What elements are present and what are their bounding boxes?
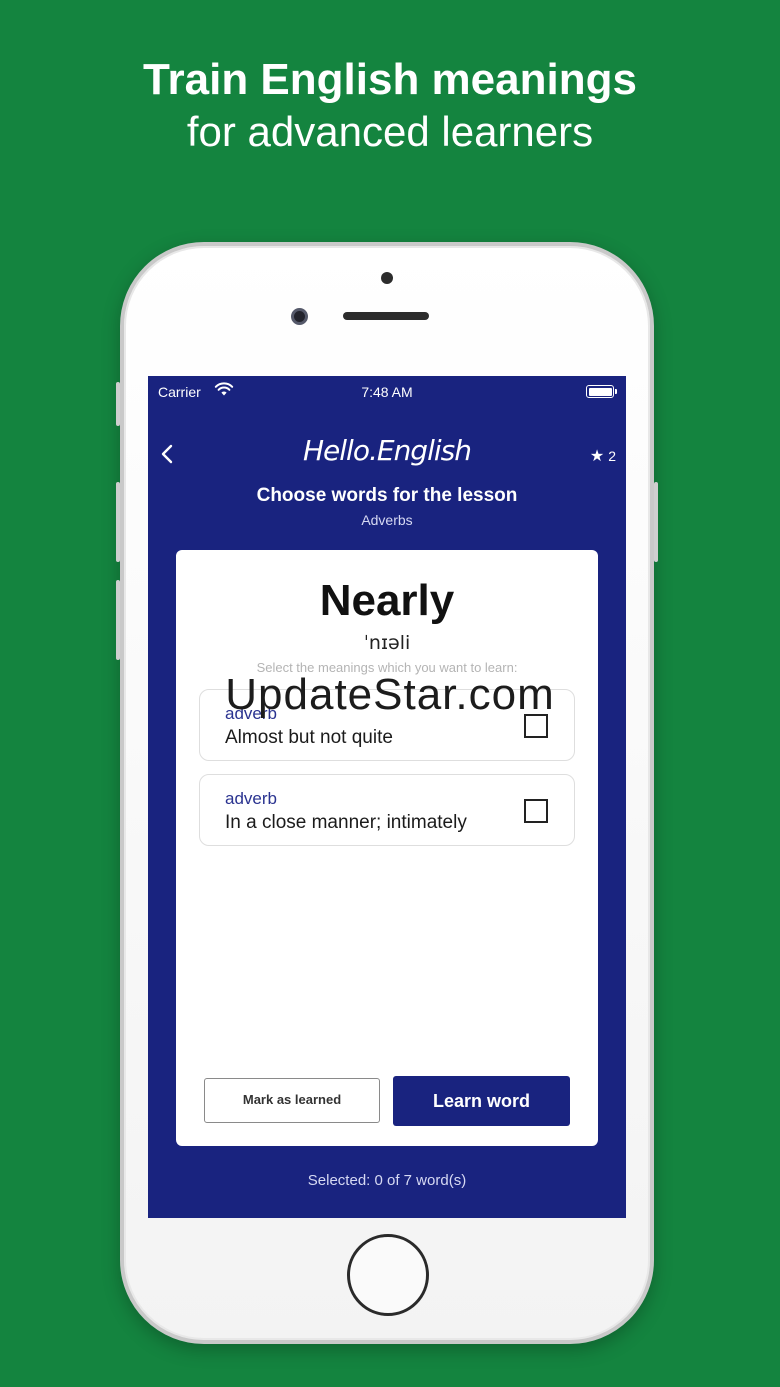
meaning-option[interactable]: adverb Almost but not quite — [199, 689, 575, 761]
promo-headline: Train English meanings for advanced lear… — [0, 54, 780, 158]
phone-frame: Carrier 7:48 AM Hello.English ★ 2 Choose … — [116, 242, 658, 1344]
home-button[interactable] — [347, 1234, 429, 1316]
word-title: Nearly — [319, 576, 455, 625]
meaning-definition: In a close manner; intimately — [225, 812, 467, 833]
instruction-text: Select the meanings which you want to le… — [256, 660, 518, 675]
volume-down-button — [116, 580, 120, 660]
meaning-option[interactable]: adverb In a close manner; intimately — [199, 774, 575, 846]
proximity-sensor — [381, 272, 393, 284]
headline-line-2: for advanced learners — [186, 108, 594, 155]
page-title: Choose words for the lesson — [256, 485, 518, 506]
meaning-definition: Almost but not quite — [225, 727, 393, 748]
part-of-speech: adverb — [225, 704, 277, 723]
word-card: Nearly ˈnɪəli Select the meanings which … — [176, 550, 598, 1146]
front-camera — [291, 308, 308, 325]
page-subtitle: Adverbs — [361, 512, 413, 528]
mark-as-learned-button[interactable]: Mark as learned — [204, 1078, 380, 1123]
word-phonetic: ˈnɪəli — [363, 632, 411, 654]
mute-switch — [116, 382, 120, 426]
learn-word-button[interactable]: Learn word — [393, 1076, 570, 1126]
status-bar: Carrier 7:48 AM — [148, 376, 626, 404]
app-logo: Hello.English — [303, 434, 472, 467]
star-counter[interactable]: ★ 2 — [590, 446, 616, 466]
part-of-speech: adverb — [225, 789, 277, 808]
meaning-checkbox[interactable] — [524, 799, 548, 823]
meaning-checkbox[interactable] — [524, 714, 548, 738]
earpiece-speaker — [343, 312, 429, 320]
star-count: 2 — [608, 448, 616, 464]
headline-line-1: Train English meanings — [143, 55, 637, 104]
volume-up-button — [116, 482, 120, 562]
power-button — [654, 482, 658, 562]
clock: 7:48 AM — [361, 384, 413, 400]
battery-icon — [586, 385, 617, 398]
star-icon: ★ — [589, 448, 605, 465]
selection-count: Selected: 0 of 7 word(s) — [307, 1172, 467, 1189]
app-screen: Carrier 7:48 AM Hello.English ★ 2 Choose … — [148, 376, 626, 1218]
